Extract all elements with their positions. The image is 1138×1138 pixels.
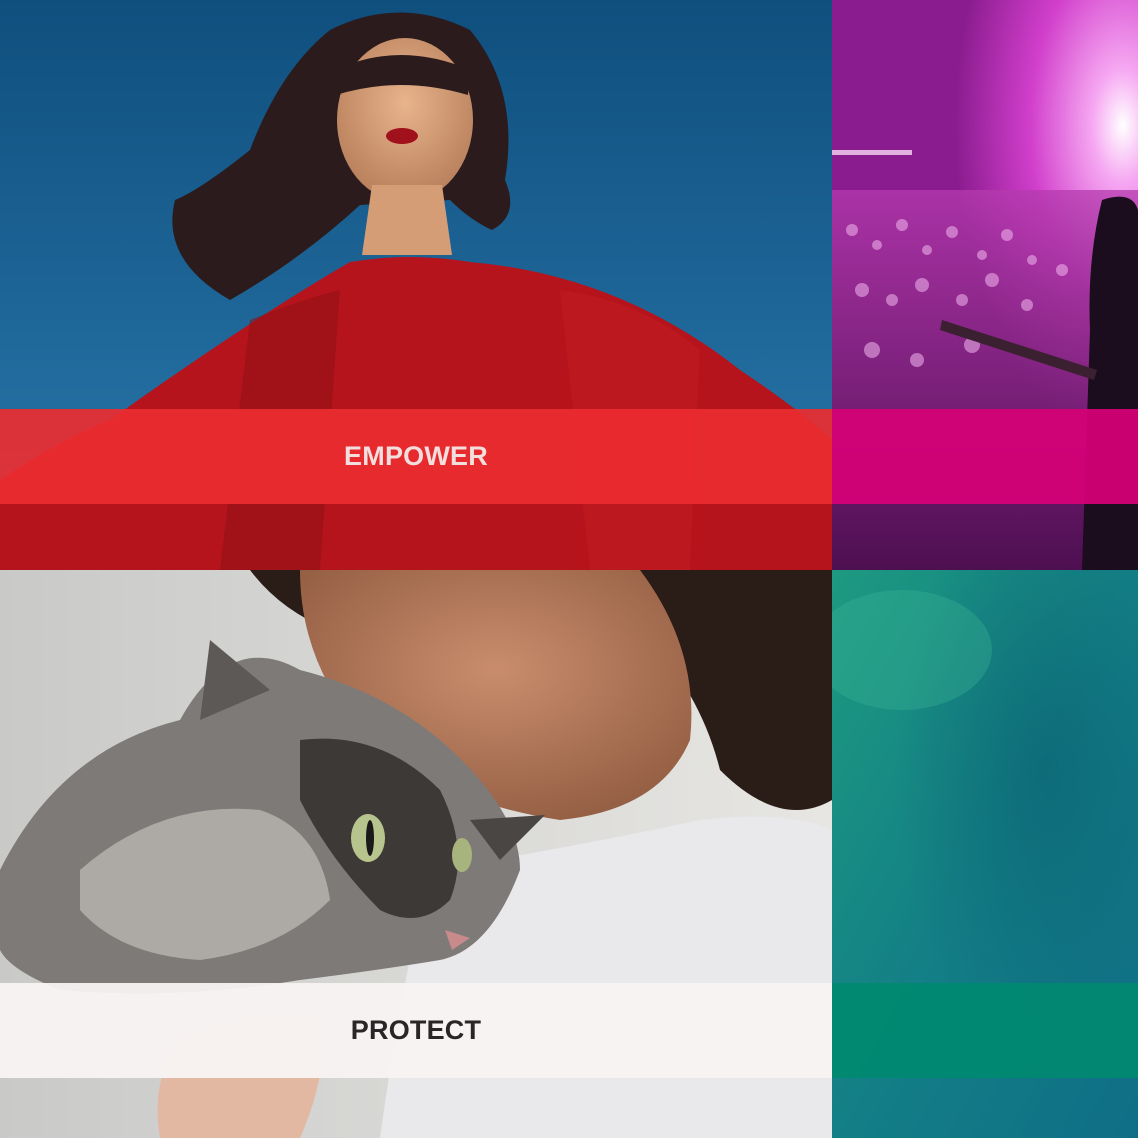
empower-label: EMPOWER bbox=[344, 441, 488, 471]
tile-empower[interactable]: EMPOWER bbox=[0, 0, 832, 570]
protect-label: PROTECT bbox=[350, 1015, 482, 1045]
tile-teal[interactable] bbox=[832, 570, 1138, 1138]
teal-band bbox=[832, 983, 1138, 1078]
concert-band bbox=[832, 409, 1138, 504]
image-grid: EMPOWER PROTECT bbox=[0, 0, 1138, 1138]
tile-protect[interactable]: PROTECT bbox=[0, 570, 832, 1138]
tile-concert[interactable] bbox=[832, 0, 1138, 570]
protect-band: PROTECT bbox=[0, 983, 832, 1078]
empower-band: EMPOWER bbox=[0, 409, 832, 504]
